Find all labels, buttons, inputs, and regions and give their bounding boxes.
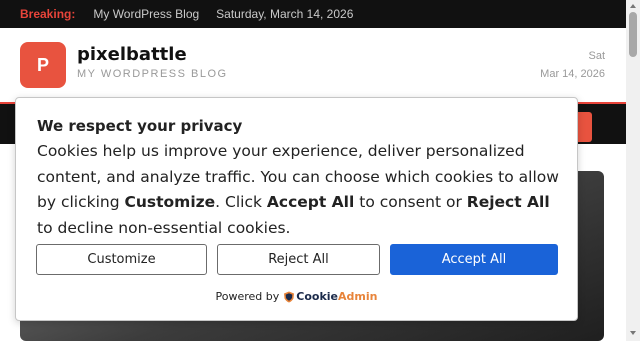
site-tagline: MY WORDPRESS BLOG — [77, 68, 228, 80]
site-logo[interactable]: P — [20, 42, 66, 88]
consent-body: Cookies help us improve your experience,… — [37, 139, 567, 241]
scrollbar-thumb[interactable] — [629, 12, 637, 57]
powered-by: Powered by CookieAdmin — [16, 290, 577, 303]
topbar-date: Saturday, March 14, 2026 — [216, 7, 354, 21]
header-day: Sat — [588, 50, 605, 62]
consent-text: . Click — [215, 193, 267, 211]
brand-admin: Admin — [338, 290, 378, 303]
consent-text-customize: Customize — [124, 193, 216, 211]
customize-button[interactable]: Customize — [36, 244, 207, 275]
site-header: P pixelbattle MY WORDPRESS BLOG Sat Mar … — [0, 28, 626, 102]
consent-text: to consent or — [354, 193, 467, 211]
site-title[interactable]: pixelbattle — [77, 44, 187, 65]
scroll-down-arrow-icon[interactable] — [630, 331, 636, 335]
brand-cookie: Cookie — [296, 290, 339, 303]
accept-all-button[interactable]: Accept All — [390, 244, 558, 275]
consent-title: We respect your privacy — [37, 117, 243, 135]
reject-all-button[interactable]: Reject All — [217, 244, 380, 275]
header-date: Mar 14, 2026 — [540, 68, 605, 80]
consent-text-reject: Reject All — [466, 193, 550, 211]
scroll-up-arrow-icon[interactable] — [630, 4, 636, 8]
cookieadmin-shield-logo-icon — [284, 291, 295, 302]
consent-text-accept: Accept All — [266, 193, 355, 211]
top-bar: Breaking: My WordPress Blog Saturday, Ma… — [0, 0, 626, 28]
cookie-consent-dialog: We respect your privacy Cookies help us … — [15, 97, 578, 321]
powered-by-label: Powered by — [215, 290, 280, 303]
consent-text: to decline non-essential cookies. — [37, 218, 291, 237]
topbar-site-link[interactable]: My WordPress Blog — [93, 7, 199, 21]
cookieadmin-brand[interactable]: CookieAdmin — [296, 290, 377, 303]
breaking-label: Breaking: — [20, 7, 76, 21]
